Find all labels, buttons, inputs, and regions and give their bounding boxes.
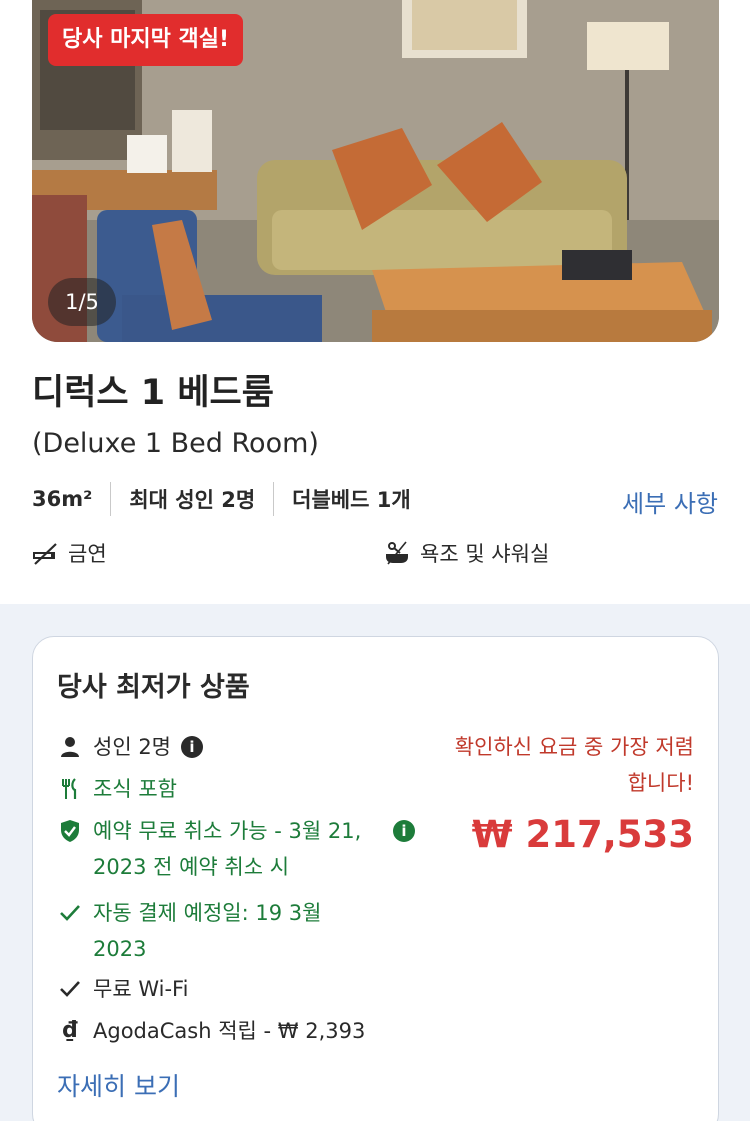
info-icon[interactable]: i <box>393 820 415 842</box>
feature-label: 조식 포함 <box>93 777 177 801</box>
feature-wifi: 무료 Wi-Fi <box>57 971 188 1007</box>
amenity-no-smoking: 금연 <box>32 538 107 568</box>
feature-label: AgodaCash 적립 - ₩ 2,393 <box>93 1019 366 1043</box>
amenity-label: 금연 <box>68 542 107 566</box>
room-photo-carousel[interactable]: 당사 마지막 객실! 1/5 <box>32 0 719 342</box>
room-bed: 더블베드 1개 <box>292 488 411 512</box>
photo-counter: 1/5 <box>48 278 116 326</box>
agodacash-icon: ₫ <box>62 1018 78 1043</box>
offer-card[interactable]: 당사 최저가 상품 성인 2명 i 조식 포함 예약 무료 취소 가능 - 3월… <box>32 636 719 1121</box>
room-title: 디럭스 1 베드룸 <box>32 373 274 413</box>
room-capacity: 최대 성인 2명 <box>129 488 256 512</box>
last-room-badge: 당사 마지막 객실! <box>48 14 244 66</box>
shield-check-icon <box>57 813 83 849</box>
amenity-label: 욕조 및 샤워실 <box>420 542 550 566</box>
room-size: 36m² <box>32 487 93 511</box>
check-icon <box>57 971 83 1007</box>
person-icon <box>57 729 83 765</box>
details-link[interactable]: 세부 사항 <box>622 484 718 519</box>
feature-free-cancel: 예약 무료 취소 가능 - 3월 21, 2023 전 예약 취소 시 i <box>57 813 417 885</box>
feature-adults: 성인 2명 i <box>57 729 203 765</box>
feature-agodacash: ₫ AgodaCash 적립 - ₩ 2,393 <box>57 1013 365 1049</box>
divider <box>273 482 275 516</box>
no-smoking-icon <box>33 543 57 565</box>
price: ₩ 217,533 <box>471 813 694 856</box>
feature-label: 무료 Wi-Fi <box>93 977 189 1001</box>
divider <box>110 482 112 516</box>
bathtub-shower-icon <box>386 541 408 565</box>
price-note: 확인하신 요금 중 가장 저렴합니다! <box>454 735 694 795</box>
feature-label: 성인 2명 <box>93 735 171 759</box>
room-subtitle: (Deluxe 1 Bed Room) <box>32 428 319 459</box>
feature-breakfast: 조식 포함 <box>57 771 177 807</box>
feature-label: 예약 무료 취소 가능 - 3월 21, 2023 전 예약 취소 시 <box>93 819 362 879</box>
see-more-link[interactable]: 자세히 보기 <box>57 1067 180 1103</box>
feature-autopay: 자동 결제 예정일: 19 3월 2023 <box>57 895 377 967</box>
room-specs: 36m² 최대 성인 2명 더블베드 1개 <box>32 480 411 518</box>
amenity-bathtub-shower: 욕조 및 샤워실 <box>384 538 549 568</box>
fork-knife-icon <box>57 771 83 807</box>
check-icon <box>57 895 83 931</box>
offer-title: 당사 최저가 상품 <box>57 672 250 703</box>
feature-label: 자동 결제 예정일: 19 3월 2023 <box>93 901 322 961</box>
info-icon[interactable]: i <box>181 736 203 758</box>
